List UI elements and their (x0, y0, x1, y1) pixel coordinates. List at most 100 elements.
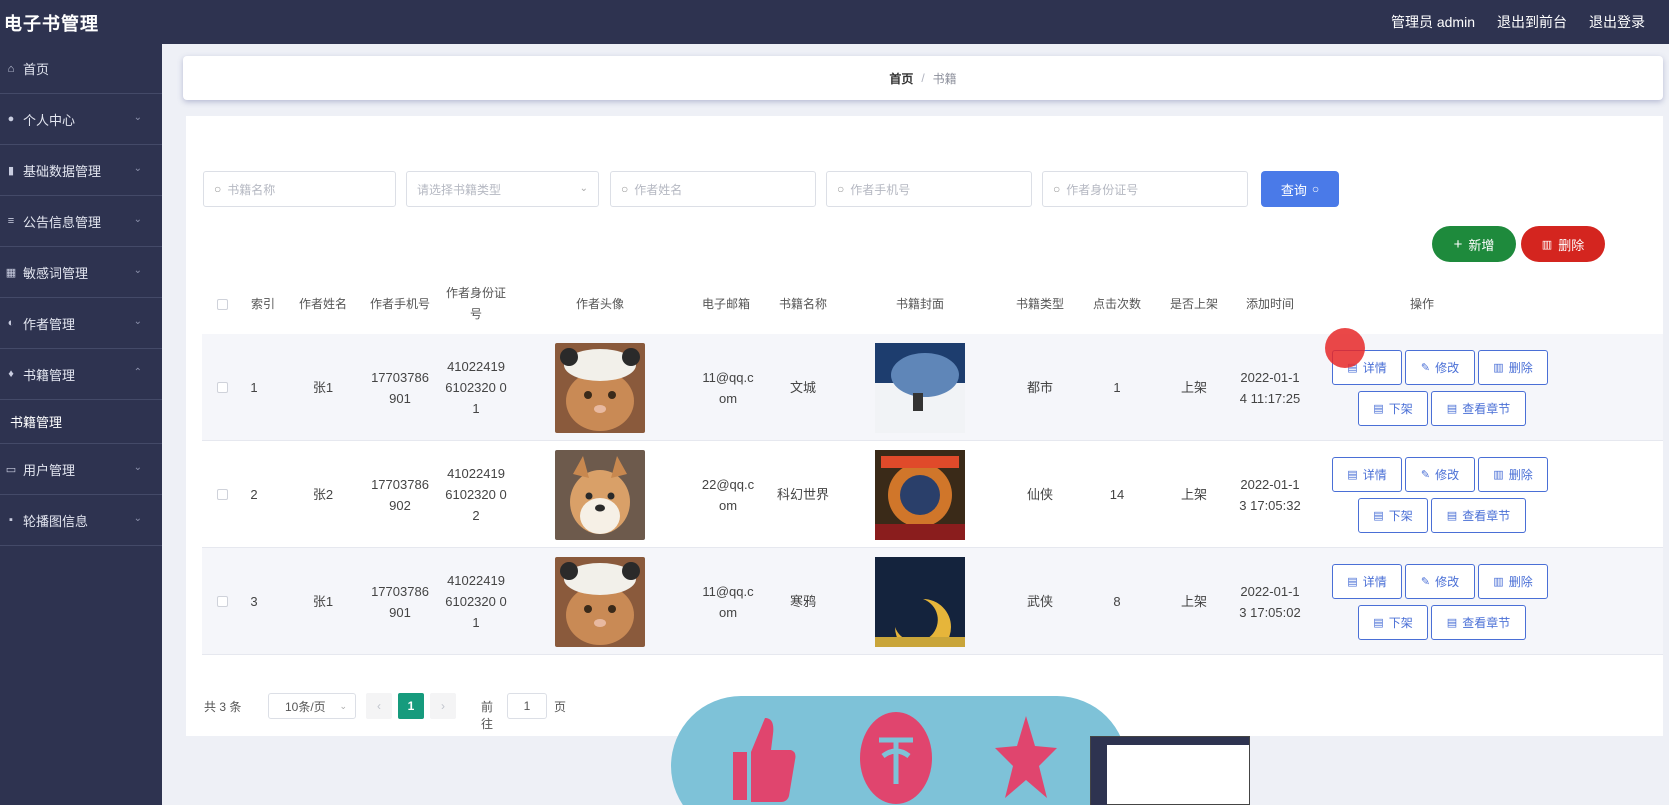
row-select-cell (202, 334, 242, 441)
cell-type: 仙侠 (1026, 487, 1053, 502)
page-size-select[interactable]: 10条/页 ⌄ (268, 693, 356, 719)
sidebar-item-sensitive-words[interactable]: ▦ 敏感词管理 ⌄ (0, 247, 162, 298)
page-number-current[interactable]: 1 (398, 693, 424, 719)
chevron-down-icon: ⌄ (133, 163, 142, 174)
header-avatar: 作者头像 (575, 296, 624, 311)
sidebar-item-label: 基础数据管理 (23, 163, 102, 179)
next-page-button[interactable]: › (430, 693, 456, 719)
cell-type: 武侠 (1026, 594, 1053, 609)
sidebar-item-notice[interactable]: ≡ 公告信息管理 ⌄ (0, 196, 162, 247)
back-to-frontend-link[interactable]: 退出到前台 (1497, 12, 1567, 32)
row-checkbox[interactable] (216, 489, 228, 500)
bar-chart-icon: ▮ (7, 164, 15, 177)
edit-label: 修改 (1435, 361, 1460, 375)
thumbnail-topbar (1091, 737, 1249, 745)
thumbnail-sidebar (1091, 745, 1107, 805)
author-name-input[interactable]: ○ 作者姓名 (610, 171, 816, 207)
keyboard-icon: ▦ (5, 266, 17, 279)
book-type-select[interactable]: 请选择书籍类型 ⌄ (406, 171, 599, 207)
view-chapters-button[interactable]: ▤ 查看章节 (1431, 605, 1526, 640)
author-phone-input[interactable]: ○ 作者手机号 (826, 171, 1032, 207)
sidebar-item-base-data[interactable]: ▮ 基础数据管理 ⌄ (0, 145, 162, 196)
sidebar-item-label: 书籍管理 (23, 367, 76, 383)
sidebar-subitem-book-management[interactable]: 书籍管理 (0, 400, 162, 444)
header-actions: 操作 (1409, 296, 1434, 311)
chevron-down-icon: ⌄ (579, 183, 588, 194)
cell-id-card: 410224196102320 01 (445, 573, 507, 630)
star-icon[interactable] (993, 712, 1059, 802)
edit-button[interactable]: ✎ 修改 (1405, 457, 1475, 492)
page-size-value: 10条/页 (285, 699, 326, 714)
coin-icon[interactable] (859, 710, 933, 805)
author-phone-placeholder: 作者手机号 (850, 182, 911, 197)
cell-author: 张2 (312, 487, 334, 502)
detail-label: 详情 (1362, 468, 1387, 482)
book-cover-scifi (875, 449, 965, 540)
delete-label: 删除 (1508, 575, 1533, 589)
header-on-shelf: 是否上架 (1169, 296, 1218, 311)
search-icon: ○ (1053, 182, 1061, 196)
cell-type: 都市 (1026, 380, 1053, 395)
table-row: 1 张1 17703786901 410224196102320 01 11@q… (202, 334, 1663, 441)
sidebar-item-carousel[interactable]: ▪ 轮播图信息 ⌄ (0, 495, 162, 546)
select-all-checkbox[interactable] (216, 298, 228, 310)
thumbnail-preview (1090, 736, 1250, 805)
detail-button[interactable]: ▤ 详情 (1332, 457, 1402, 492)
header-index: 索引 (250, 296, 275, 311)
header-time: 添加时间 (1245, 296, 1294, 311)
unshelf-button[interactable]: ▤ 下架 (1358, 391, 1428, 426)
delete-label: 删除 (1508, 468, 1533, 482)
cell-on-shelf: 上架 (1180, 487, 1207, 502)
header-id-card: 作者身份证号 (445, 286, 506, 321)
book-name-input[interactable]: ○ 书籍名称 (203, 171, 396, 207)
cell-email: 22@qq.com (701, 476, 755, 513)
add-button[interactable]: + 新增 (1432, 226, 1516, 262)
author-id-input[interactable]: ○ 作者身份证号 (1042, 171, 1248, 207)
row-checkbox[interactable] (216, 596, 228, 607)
batch-delete-button[interactable]: ▥ 删除 (1521, 226, 1605, 262)
sidebar-item-label: 敏感词管理 (23, 265, 89, 281)
unshelf-button[interactable]: ▤ 下架 (1358, 605, 1428, 640)
delete-button[interactable]: ▥ 删除 (1478, 457, 1548, 492)
detail-button[interactable]: ▤ 详情 (1332, 564, 1402, 599)
header-type: 书籍类型 (1015, 296, 1064, 311)
view-chapters-button[interactable]: ▤ 查看章节 (1431, 498, 1526, 533)
row-checkbox[interactable] (216, 382, 228, 393)
cell-phone: 17703786901 (371, 583, 429, 620)
view-chapters-button[interactable]: ▤ 查看章节 (1431, 391, 1526, 426)
sidebar-item-books[interactable]: ♦ 书籍管理 ⌃ (0, 349, 162, 400)
delete-button[interactable]: ▥ 删除 (1478, 564, 1548, 599)
goto-page-input[interactable]: 1 (507, 693, 547, 719)
chevron-down-icon: ⌄ (339, 700, 347, 711)
unshelf-label: 下架 (1388, 509, 1413, 523)
sidebar-item-authors[interactable]: ◐ 作者管理 ⌄ (0, 298, 162, 349)
author-avatar-cat (555, 342, 645, 433)
query-button[interactable]: 查询 ○ (1261, 171, 1339, 207)
detail-label: 详情 (1362, 575, 1387, 589)
cell-author: 张1 (312, 380, 334, 395)
sidebar: ⌂ 首页 ● 个人中心 ⌄ ▮ 基础数据管理 ⌄ ≡ 公告信息管理 ⌄ ▦ 敏感… (0, 44, 162, 805)
cell-avatar (514, 334, 686, 441)
thumbs-up-icon[interactable] (727, 714, 797, 804)
cell-time: 2022-01-13 17:05:02 (1239, 583, 1301, 620)
edit-button[interactable]: ✎ 修改 (1405, 350, 1475, 385)
delete-button[interactable]: ▥ 删除 (1478, 350, 1548, 385)
sidebar-item-personal[interactable]: ● 个人中心 ⌄ (0, 94, 162, 145)
breadcrumb-home[interactable]: 首页 (889, 70, 913, 87)
edit-button[interactable]: ✎ 修改 (1405, 564, 1475, 599)
unshelf-button[interactable]: ▤ 下架 (1358, 498, 1428, 533)
top-bar: 电子书管理 管理员 admin 退出到前台 退出登录 (0, 0, 1669, 44)
pencil-icon: ✎ (1420, 469, 1431, 481)
logout-link[interactable]: 退出登录 (1589, 12, 1645, 32)
document-icon: ▤ (1373, 403, 1384, 415)
chevron-left-icon: ‹ (377, 699, 381, 713)
main-content: 首页 / 书籍 ○ 书籍名称 请选择书籍类型 ⌄ ○ 作者姓名 ○ 作者手机号 … (162, 44, 1669, 805)
search-icon: ○ (214, 182, 222, 196)
trash-icon: ▥ (1541, 238, 1553, 251)
author-name-placeholder: 作者姓名 (634, 182, 683, 197)
sidebar-item-users[interactable]: ▭ 用户管理 ⌄ (0, 444, 162, 495)
admin-user-link[interactable]: 管理员 admin (1391, 12, 1475, 32)
prev-page-button[interactable]: ‹ (366, 693, 392, 719)
sidebar-item-home[interactable]: ⌂ 首页 (0, 44, 162, 94)
video-action-bar (671, 696, 1127, 805)
